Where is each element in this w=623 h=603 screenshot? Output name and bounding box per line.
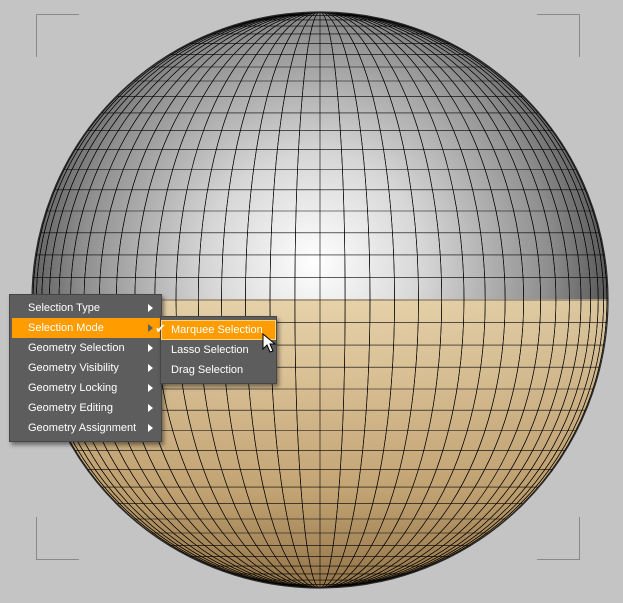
menu-item-label: Geometry Editing	[28, 402, 113, 414]
menu-item-geometry-selection[interactable]: Geometry Selection	[10, 338, 161, 358]
menu-item-lasso-selection[interactable]: Lasso Selection	[161, 340, 276, 360]
menu-item-drag-selection[interactable]: Drag Selection	[161, 360, 276, 380]
submenu-arrow-icon	[148, 384, 153, 392]
selection-mode-submenu: ✔ Marquee Selection Lasso Selection Drag…	[155, 316, 277, 384]
menu-item-label: Selection Mode	[28, 322, 104, 334]
mouse-cursor-icon	[262, 333, 277, 353]
menu-item-marquee-selection[interactable]: ✔ Marquee Selection	[155, 320, 276, 340]
menu-item-label: Geometry Assignment	[28, 422, 137, 434]
menu-item-selection-type[interactable]: Selection Type	[10, 298, 161, 318]
submenu-arrow-icon	[148, 344, 153, 352]
menu-item-label: Geometry Locking	[28, 382, 118, 394]
submenu-arrow-icon	[148, 304, 153, 312]
menu-item-label: Marquee Selection	[171, 324, 263, 336]
menu-item-selection-mode[interactable]: Selection Mode	[12, 318, 161, 338]
menu-item-geometry-editing[interactable]: Geometry Editing	[10, 398, 161, 418]
menu-item-label: Geometry Selection	[28, 342, 125, 354]
submenu-arrow-icon	[148, 424, 153, 432]
submenu-arrow-icon	[148, 404, 153, 412]
menu-item-label: Lasso Selection	[171, 344, 249, 356]
menu-item-geometry-locking[interactable]: Geometry Locking	[10, 378, 161, 398]
menu-item-label: Selection Type	[28, 302, 100, 314]
menu-item-geometry-assignment[interactable]: Geometry Assignment	[10, 418, 161, 438]
context-menu: Selection Type Selection Mode Geometry S…	[9, 294, 162, 442]
submenu-arrow-icon	[148, 364, 153, 372]
submenu-arrow-icon	[148, 324, 153, 332]
checkmark-icon: ✔	[155, 322, 166, 337]
menu-item-label: Geometry Visibility	[28, 362, 119, 374]
menu-item-geometry-visibility[interactable]: Geometry Visibility	[10, 358, 161, 378]
menu-item-label: Drag Selection	[171, 364, 244, 376]
viewport[interactable]: Selection Type Selection Mode Geometry S…	[0, 0, 623, 603]
